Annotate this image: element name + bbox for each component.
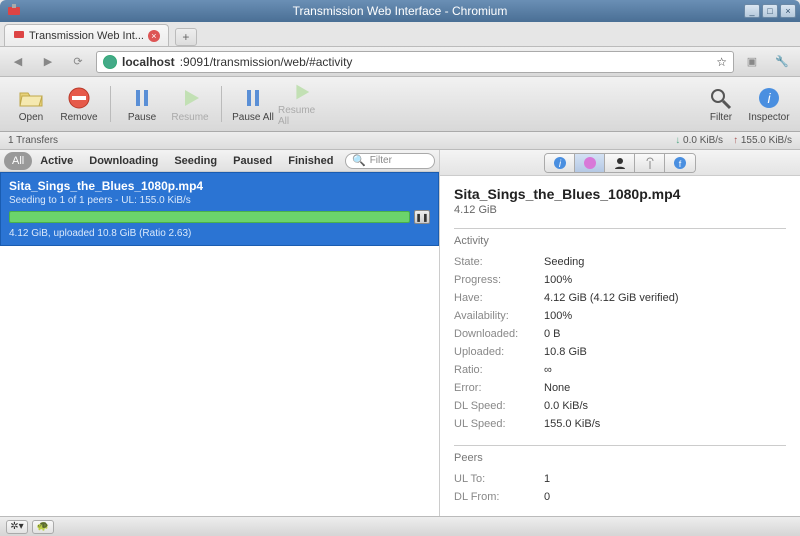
inspector-tab-info[interactable]: i <box>545 154 575 172</box>
url-input[interactable]: localhost :9091/transmission/web/#activit… <box>96 51 734 73</box>
torrent-progress-bar <box>9 211 410 223</box>
have-value: 4.12 GiB (4.12 GiB verified) <box>544 292 679 304</box>
dlspeed-value: 0.0 KiB/s <box>544 400 588 412</box>
ratio-value: ∞ <box>544 364 552 376</box>
reload-button[interactable]: ⟳ <box>66 51 90 73</box>
url-host: localhost <box>122 55 175 69</box>
resume-button[interactable]: Resume <box>167 81 213 127</box>
downloaded-value: 0 B <box>544 328 561 340</box>
inspector-tab-peers[interactable] <box>605 154 635 172</box>
turtle-mode-button[interactable]: 🐢 <box>32 520 54 534</box>
torrent-pause-button[interactable]: ❚❚ <box>414 210 430 224</box>
filter-tabs: All Active Downloading Seeding Paused Fi… <box>0 150 439 172</box>
close-button[interactable]: × <box>780 4 796 18</box>
remove-icon <box>66 86 92 110</box>
main-area: All Active Downloading Seeding Paused Fi… <box>0 150 800 516</box>
pause-all-button[interactable]: Pause All <box>230 81 276 127</box>
toolbar: Open Remove Pause Resume Pause All Resum… <box>0 77 800 132</box>
window-title: Transmission Web Interface - Chromium <box>293 4 508 18</box>
bookmark-star-icon[interactable]: ☆ <box>716 55 727 69</box>
pause-all-icon <box>240 86 266 110</box>
app-icon <box>6 3 22 19</box>
wrench-icon[interactable]: 🔧 <box>770 51 794 73</box>
torrent-status-line1: Seeding to 1 of 1 peers - UL: 155.0 KiB/… <box>9 195 430 206</box>
url-rest: :9091/transmission/web/#activity <box>180 55 353 69</box>
error-value: None <box>544 382 570 394</box>
resume-all-button[interactable]: Resume All <box>278 81 324 127</box>
ulspeed-value: 155.0 KiB/s <box>544 418 600 430</box>
torrent-status-line2: 4.12 GiB, uploaded 10.8 GiB (Ratio 2.63) <box>9 228 430 239</box>
search-icon: 🔍 <box>352 154 366 167</box>
inspector-tab-files[interactable]: f <box>665 154 695 172</box>
filter-downloading[interactable]: Downloading <box>81 152 166 170</box>
remove-button[interactable]: Remove <box>56 81 102 127</box>
resume-all-icon <box>288 81 314 103</box>
filter-search-input[interactable]: 🔍 Filter <box>345 153 435 169</box>
window-titlebar: Transmission Web Interface - Chromium _ … <box>0 0 800 22</box>
torrent-row[interactable]: Sita_Sings_the_Blues_1080p.mp4 Seeding t… <box>0 172 439 246</box>
inspector-tab-activity[interactable] <box>575 154 605 172</box>
open-button[interactable]: Open <box>8 81 54 127</box>
filter-all[interactable]: All <box>4 152 32 170</box>
forward-button[interactable]: ▶ <box>36 51 60 73</box>
transfers-count: 1 Transfers <box>8 135 58 146</box>
inspector-tabbar: i f <box>440 150 800 176</box>
back-button[interactable]: ◀ <box>6 51 30 73</box>
globe-icon <box>103 55 117 69</box>
uploaded-value: 10.8 GiB <box>544 346 587 358</box>
torrent-list-pane: All Active Downloading Seeding Paused Fi… <box>0 150 440 516</box>
maximize-button[interactable]: □ <box>762 4 778 18</box>
filter-finished[interactable]: Finished <box>280 152 341 170</box>
filter-paused[interactable]: Paused <box>225 152 280 170</box>
dl-speed-status: ↓ 0.0 KiB/s <box>675 135 723 146</box>
inspector-title: Sita_Sings_the_Blues_1080p.mp4 <box>454 186 786 202</box>
inspector-pane: i f Sita_Sings_the_Blues_1080p.mp4 4.12 … <box>440 150 800 516</box>
availability-value: 100% <box>544 310 572 322</box>
settings-menu-button[interactable]: ✲▾ <box>6 520 28 534</box>
magnifier-icon <box>708 86 734 110</box>
tab-favicon <box>13 28 25 43</box>
filter-seeding[interactable]: Seeding <box>166 152 225 170</box>
status-bar: 1 Transfers ↓ 0.0 KiB/s ↑ 155.0 KiB/s <box>0 132 800 150</box>
pause-icon <box>129 86 155 110</box>
folder-open-icon <box>18 86 44 110</box>
filter-active[interactable]: Active <box>32 152 81 170</box>
ul-to-value: 1 <box>544 473 550 485</box>
tab-label: Transmission Web Int... <box>29 30 144 42</box>
bottom-bar: ✲▾ 🐢 <box>0 516 800 536</box>
torrent-name: Sita_Sings_the_Blues_1080p.mp4 <box>9 179 430 193</box>
section-activity: Activity <box>454 235 786 247</box>
address-bar: ◀ ▶ ⟳ localhost :9091/transmission/web/#a… <box>0 47 800 77</box>
dl-from-value: 0 <box>544 491 550 503</box>
progress-value: 100% <box>544 274 572 286</box>
pause-button[interactable]: Pause <box>119 81 165 127</box>
browser-tab-strip: Transmission Web Int... × + <box>0 22 800 47</box>
resume-icon <box>177 86 203 110</box>
new-tab-button[interactable]: + <box>175 28 197 46</box>
ul-speed-status: ↑ 155.0 KiB/s <box>733 135 792 146</box>
state-value: Seeding <box>544 256 584 268</box>
info-icon: i <box>756 86 782 110</box>
inspector-button[interactable]: i Inspector <box>746 81 792 127</box>
inspector-size: 4.12 GiB <box>454 204 786 216</box>
filter-button[interactable]: Filter <box>698 81 744 127</box>
section-peers: Peers <box>454 452 786 464</box>
inspector-tab-trackers[interactable] <box>635 154 665 172</box>
browser-tab[interactable]: Transmission Web Int... × <box>4 24 169 46</box>
tab-close-icon[interactable]: × <box>148 30 160 42</box>
minimize-button[interactable]: _ <box>744 4 760 18</box>
compact-nav-icon[interactable]: ▣ <box>740 51 764 73</box>
